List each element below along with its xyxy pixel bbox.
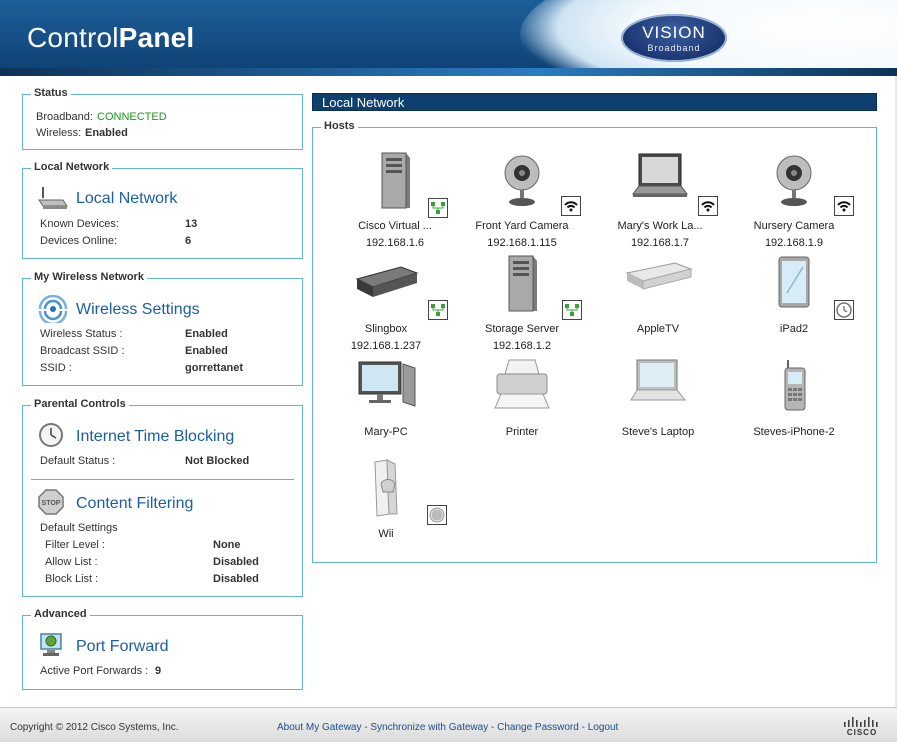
port-forward-icon [40, 633, 62, 656]
webcam-icon [504, 155, 540, 206]
wired-icon [562, 300, 582, 320]
local-network-panel: Local Network Local Network Known Device… [22, 161, 303, 259]
wireless-settings-link[interactable]: Wireless Settings [76, 301, 200, 319]
host-item[interactable]: Printer [457, 356, 587, 446]
stop-sign-icon: STOP [38, 489, 64, 515]
ssid-value: gorrettanet [185, 362, 244, 374]
host-ip: 192.168.1.7 [630, 237, 690, 249]
allow-list-value: Disabled [213, 556, 259, 568]
app-title: ControlPanel [27, 22, 195, 53]
server-icon [508, 255, 537, 312]
parental-controls-panel: Parental Controls Internet Time Blocking… [22, 398, 303, 597]
footer-links: About My Gateway - Synchronize with Gate… [277, 722, 619, 733]
hosts-panel: Hosts Cisco Virtual ... 192.168.1.6 Fron… [312, 120, 877, 563]
main-section-header: Local Network [312, 93, 877, 111]
host-name: Printer [505, 426, 539, 438]
advanced-legend: Advanced [31, 608, 90, 620]
host-name: Nursery Camera [753, 220, 835, 232]
settop-box-icon [355, 266, 419, 297]
game-console-icon [374, 459, 398, 517]
svg-text:STOP: STOP [42, 500, 61, 507]
laptop-icon [630, 359, 687, 401]
broadband-status: CONNECTED [97, 111, 167, 123]
page-header: ControlPanel VISION Broadband [0, 0, 897, 76]
advanced-panel: Advanced Port Forward Active Port Forwar… [22, 608, 303, 690]
wifi-icon [698, 196, 718, 216]
router-icon [38, 187, 68, 209]
phone-icon [784, 360, 806, 411]
desktop-icon [358, 361, 416, 407]
default-status-value: Not Blocked [185, 455, 250, 467]
tablet-icon [778, 256, 810, 308]
settop-box-icon [625, 262, 693, 290]
wireless-status: Enabled [85, 127, 128, 139]
wired-icon [428, 300, 448, 320]
host-ip: 192.168.1.9 [764, 237, 824, 249]
sync-gateway-link[interactable]: Synchronize with Gateway [370, 722, 488, 733]
clock-icon [39, 423, 63, 447]
printer-icon [494, 359, 550, 409]
host-name: Cisco Virtual ... [358, 220, 432, 232]
vision-broadband-logo: VISION Broadband [621, 14, 727, 62]
header-stripe [0, 68, 897, 76]
host-name: Steve's Laptop [621, 426, 695, 438]
status-panel: Status Broadband: CONNECTED Wireless: En… [22, 87, 303, 150]
host-name: Mary-PC [364, 426, 408, 438]
host-item[interactable]: Steves-iPhone-2 [729, 356, 859, 446]
host-name: iPad2 [779, 323, 809, 335]
server-icon [381, 152, 410, 209]
cisco-logo: CISCO [842, 717, 882, 741]
host-item[interactable]: AppleTV [593, 253, 723, 355]
host-item[interactable]: Wii [321, 458, 451, 548]
host-name: Steves-iPhone-2 [753, 426, 835, 438]
filter-level-value: None [213, 539, 241, 551]
clock-icon [834, 300, 854, 320]
devices-online-count: 6 [185, 235, 192, 247]
wireless-panel: My Wireless Network Wireless Settings Wi… [22, 271, 303, 386]
wired-icon [428, 198, 448, 218]
change-password-link[interactable]: Change Password [497, 722, 579, 733]
blocked-icon [427, 505, 447, 525]
host-name: Wii [378, 528, 394, 540]
webcam-icon [776, 155, 812, 206]
host-ip: 192.168.1.237 [350, 340, 422, 352]
host-name: Storage Server [485, 323, 559, 335]
hosts-legend: Hosts [321, 120, 358, 132]
host-name: Front Yard Camera [475, 220, 569, 232]
page-footer: Copyright © 2012 Cisco Systems, Inc. Abo… [0, 707, 897, 742]
parental-controls-legend: Parental Controls [31, 398, 129, 410]
host-name: Mary's Work La... [617, 220, 703, 232]
logout-link[interactable]: Logout [588, 722, 619, 733]
local-network-legend: Local Network [31, 161, 113, 173]
status-legend: Status [31, 87, 71, 99]
about-gateway-link[interactable]: About My Gateway [277, 722, 361, 733]
block-list-value: Disabled [213, 573, 259, 585]
wireless-status-value: Enabled [185, 328, 228, 340]
local-network-link[interactable]: Local Network [76, 190, 177, 208]
host-name: AppleTV [636, 323, 680, 335]
broadcast-ssid-value: Enabled [185, 345, 228, 357]
default-settings-label: Default Settings [40, 522, 118, 534]
laptop-icon [632, 153, 688, 197]
wifi-icon [561, 196, 581, 216]
host-item[interactable]: Steve's Laptop [593, 356, 723, 446]
parental-divider [31, 479, 294, 480]
content-filtering-link[interactable]: Content Filtering [76, 495, 193, 513]
host-ip: 192.168.1.2 [492, 340, 552, 352]
host-name: Slingbox [364, 323, 408, 335]
known-devices-count: 13 [185, 218, 198, 230]
host-ip: 192.168.1.6 [365, 237, 425, 249]
cisco-bars-icon [844, 717, 878, 727]
port-forward-link[interactable]: Port Forward [76, 638, 168, 656]
wireless-icon [38, 295, 68, 323]
copyright-text: Copyright © 2012 Cisco Systems, Inc. [10, 722, 179, 733]
active-port-forwards-count: 9 [155, 665, 162, 677]
host-item[interactable]: Mary-PC [321, 356, 451, 446]
host-ip: 192.168.1.115 [487, 237, 557, 249]
wireless-legend: My Wireless Network [31, 271, 147, 283]
wifi-icon [834, 196, 854, 216]
internet-time-blocking-link[interactable]: Internet Time Blocking [76, 428, 234, 446]
